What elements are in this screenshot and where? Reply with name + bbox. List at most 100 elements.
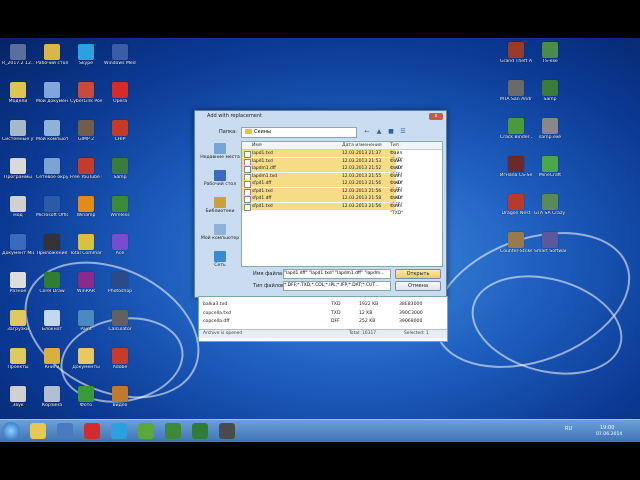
desktop-icon[interactable]: Samp [104,158,136,180]
file-row[interactable]: lapdm1.dff 12.03.2013 21:52 Файл "DFF" [242,165,402,178]
desktop-icon[interactable]: Wireless [104,196,136,218]
desktop-icon[interactable]: Видео [104,386,136,408]
archive-row[interactable]: balka3.txd TXD 1922 KB 38E83000 [199,301,447,308]
desktop-icon[interactable]: Проекты [2,348,34,370]
desktop-icon[interactable]: Звук [2,386,34,408]
place-item[interactable]: Библиотеки [199,197,241,214]
up-folder-icon[interactable]: ▲ [375,128,383,136]
desktop-icon[interactable]: Книги [36,348,68,370]
desktop-icon[interactable]: MineCraft [534,156,566,178]
clock-date[interactable]: 07.06.2014 [596,432,622,437]
desktop-icon[interactable]: CyberLink PowerDVD [70,82,102,104]
desktop-icon[interactable]: Corel Draw [36,272,68,294]
desktop-icon[interactable]: Блокнот [36,310,68,332]
desktop-icon[interactable]: Paint [70,310,102,332]
taskbar-app-icon[interactable] [219,423,235,439]
desktop-icon[interactable]: Crack Binder 2.7 [500,118,532,140]
taskbar-app-icon[interactable] [84,423,100,439]
place-item[interactable]: Рабочий стол [199,170,241,187]
letterbox-bottom [0,441,640,480]
place-item[interactable]: Сеть [199,251,241,268]
new-folder-icon[interactable]: ■ [387,128,395,136]
desktop-icon[interactable]: Total Commander [70,234,102,256]
desktop-icon[interactable]: Photoshop [104,272,136,294]
close-button[interactable]: x [429,113,443,120]
desktop-icon[interactable]: GTA SA Crazy IMG Editor [534,194,566,216]
desktop-icon[interactable]: Calculator [104,310,136,332]
desktop-icon[interactable]: Dragon Nest [500,194,532,216]
file-row[interactable]: lapd1.txd 12.03.2013 21:53 Файл "TXD" [242,157,403,171]
file-row[interactable]: sfpd1.dff 12.03.2013 21:56 Файл "DFF" [242,180,402,193]
start-button[interactable] [2,422,20,440]
desktop-icon[interactable]: Документ Microsoft [2,234,34,256]
file-date: 12.03.2013 21:56 [342,203,382,209]
desktop-icon[interactable]: Рабочий стол [36,44,68,66]
desktop-icon[interactable]: Мои документы [36,82,68,104]
desktop-icon[interactable]: Модели [2,82,34,104]
filetype-select[interactable]: *.DFF;*.TXD;*.COL;*.IPL;*.IFP;*.DAT;*.CU… [283,281,391,291]
clock-time[interactable]: 19:00 [600,425,614,431]
file-row[interactable]: lapdm1.txd 12.03.2013 21:55 Файл "TXD" [242,172,403,186]
desktop-icon[interactable]: Smart Software [534,232,566,254]
desktop-icon[interactable]: Сетевое окружение [36,158,68,180]
desktop-icon[interactable]: мод [2,196,34,218]
file-row[interactable]: sfpd1.txd 12.03.2013 21:56 Файл "TXD" [242,202,403,216]
file-row[interactable]: sfpd1.txd 12.03.2013 21:56 Файл "TXD" [242,187,403,201]
desktop-icon[interactable]: Grand Theft Auto San [500,42,532,64]
open-button[interactable]: Открыть [395,269,441,279]
desktop-icon[interactable]: Opera [104,82,136,104]
look-in-select[interactable]: Скины [241,127,357,138]
desktop-icon-label: Сетевое окружение [36,175,68,180]
desktop-icon[interactable]: Системные утилиты [2,120,34,142]
desktop-icon[interactable]: Загрузки [2,310,34,332]
desktop-icon-image [10,386,26,402]
desktop-icon[interactable]: Ace [104,234,136,256]
taskbar-app-icon[interactable] [138,423,154,439]
desktop-icon[interactable]: Samp [534,80,566,102]
file-row[interactable]: sfpd1.dff 12.03.2013 21:58 Файл "DFF" [242,195,402,208]
language-indicator[interactable]: RU [565,426,572,432]
taskbar-app-icon[interactable] [111,423,127,439]
desktop-icon[interactable]: Корзина [36,386,68,408]
desktop-icon[interactable]: R_2017.2 12... [2,44,34,66]
desktop-icon[interactable]: Мой компьютер [36,120,68,142]
desktop-icon[interactable]: Программы [2,158,34,180]
back-arrow-icon[interactable]: ← [363,128,371,136]
archive-row[interactable]: copcella.dff DFF 252 KB 39068000 [199,318,447,325]
desktop-icon[interactable]: Skype [70,44,102,66]
place-item[interactable]: Мой компьютер [199,224,241,241]
desktop-icon[interactable]: Counter-Strike 1.6 [500,232,532,254]
desktop-icon-label: Видео [112,403,128,408]
desktop-icon[interactable]: TS-exe [534,42,566,64]
column-type[interactable]: Тип [390,142,399,149]
taskbar-app-icon[interactable] [165,423,181,439]
desktop-icon[interactable]: Приложения [36,234,68,256]
cancel-button[interactable]: Отмена [395,281,441,291]
file-row[interactable]: lapd1.txd 12.03.2013 21:37 Файл "TXD" [242,150,403,163]
desktop-icon[interactable]: samp.exe [534,118,566,140]
desktop-icon[interactable]: WinRAR [70,272,102,294]
desktop-icon[interactable]: Документы [70,348,102,370]
desktop-icon[interactable]: GIMP 2 [70,120,102,142]
taskbar-app-icon[interactable] [30,423,46,439]
desktop-icon[interactable]: Игнала CS-Server [500,156,532,178]
desktop-icon[interactable]: Winamp [70,196,102,218]
file-list[interactable]: Имя Дата изменения Тип lapd1.txd 12.03.20… [241,141,443,267]
desktop-icon[interactable]: Windows Media Center [104,44,136,66]
view-menu-icon[interactable]: ☰ [399,128,407,136]
archive-row[interactable]: copcella.txd TXD 12 KB 390C3000 [199,310,447,317]
desktop-icon[interactable]: Microsoft Office Word [36,196,68,218]
place-item[interactable]: Недавние места [199,143,241,160]
desktop-icon[interactable]: Adobe [104,348,136,370]
taskbar-app-icon[interactable] [57,423,73,439]
desktop-icon[interactable]: CHIP [104,120,136,142]
desktop-icon[interactable]: Разное [2,272,34,294]
desktop-icon-image [10,310,26,326]
column-name[interactable]: Имя [252,142,262,149]
desktop-icon[interactable]: Фото [70,386,102,408]
desktop-icon[interactable]: MTA San Andreas 1.3 [500,80,532,102]
filename-input[interactable]: "lapd1.dff" "lapd1.txd" "lapdm1.dff" "la… [283,269,391,279]
column-date[interactable]: Дата изменения [342,142,382,149]
desktop-icon[interactable]: Free YouTube Download [70,158,102,180]
taskbar-app-icon[interactable] [192,423,208,439]
